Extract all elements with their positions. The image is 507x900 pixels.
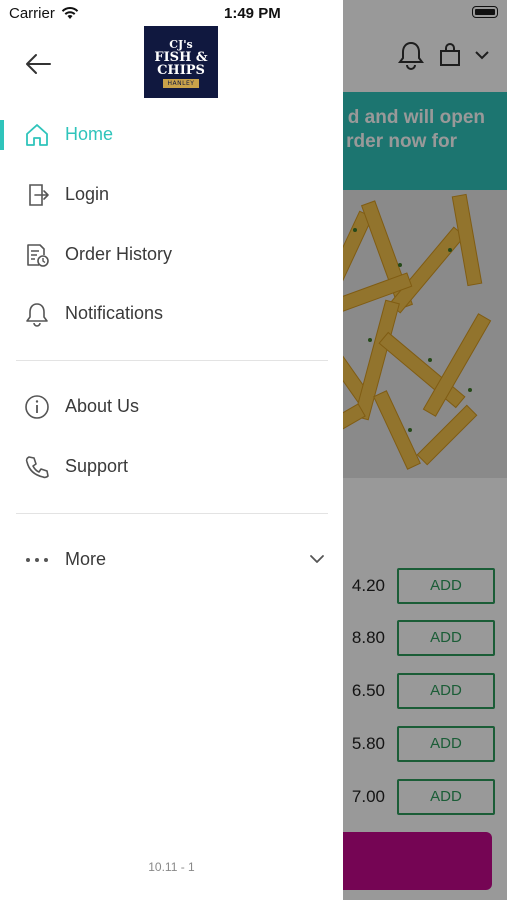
battery-icon xyxy=(472,6,498,18)
menu-item-label: Notifications xyxy=(65,303,164,323)
menu-item-order-history[interactable]: Order History xyxy=(0,231,343,279)
menu-item-more[interactable]: More xyxy=(0,536,343,584)
menu-item-label: Home xyxy=(65,124,114,144)
bell-icon xyxy=(26,303,48,327)
phone-icon xyxy=(25,456,49,479)
logo-ribbon: HANLEY xyxy=(162,79,200,88)
menu-item-label: About Us xyxy=(65,396,140,416)
menu-item-notifications[interactable]: Notifications xyxy=(0,290,343,338)
app-version: 10.11 - 1 xyxy=(148,860,195,874)
info-icon xyxy=(25,395,49,419)
back-arrow-icon[interactable] xyxy=(22,48,54,80)
menu-item-label: More xyxy=(65,549,107,569)
order-history-icon xyxy=(27,244,49,267)
more-dots-icon xyxy=(26,558,48,562)
logo-text-3: CHIPS xyxy=(157,63,205,78)
menu-item-label: Login xyxy=(65,184,110,204)
home-icon xyxy=(26,124,48,146)
login-icon xyxy=(29,184,49,206)
wifi-icon xyxy=(61,7,79,19)
status-carrier: Carrier xyxy=(9,5,79,22)
navigation-drawer: CJ's FISH & CHIPS HANLEY Home Login Orde… xyxy=(0,0,343,900)
status-time: 1:49 PM xyxy=(224,5,281,22)
menu-item-label: Order History xyxy=(65,244,173,264)
carrier-label: Carrier xyxy=(9,5,55,22)
chevron-down-icon[interactable] xyxy=(307,549,327,569)
menu-item-home[interactable]: Home xyxy=(0,111,343,159)
menu-item-support[interactable]: Support xyxy=(0,443,343,491)
restaurant-logo: CJ's FISH & CHIPS HANLEY xyxy=(144,26,218,98)
menu-divider xyxy=(16,513,328,514)
menu-item-label: Support xyxy=(65,456,129,476)
menu-divider xyxy=(16,360,328,361)
status-bar: Carrier 1:49 PM xyxy=(0,0,507,28)
menu-item-about-us[interactable]: About Us xyxy=(0,383,343,431)
menu-item-login[interactable]: Login xyxy=(0,171,343,219)
